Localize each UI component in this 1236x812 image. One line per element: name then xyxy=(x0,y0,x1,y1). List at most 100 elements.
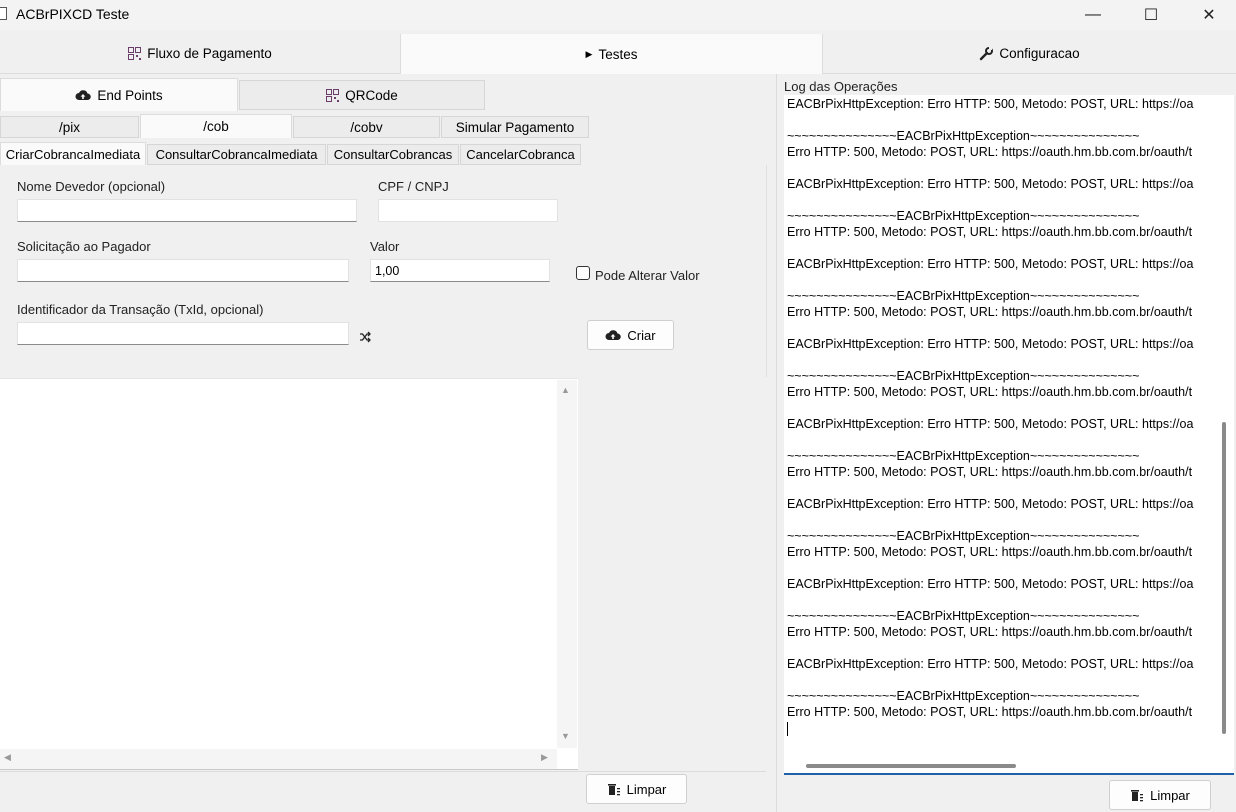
solicitacao-label: Solicitação ao Pagador xyxy=(17,239,151,254)
tab-label: Testes xyxy=(598,46,638,62)
result-horizontal-scrollbar[interactable] xyxy=(0,749,557,769)
shuffle-icon[interactable] xyxy=(359,331,371,343)
log-horizontal-scroll-thumb[interactable] xyxy=(806,764,1016,768)
log-line: ~~~~~~~~~~~~~~~EACBrPixHttpException~~~~… xyxy=(787,289,1140,303)
log-line: Erro HTTP: 500, Metodo: POST, URL: https… xyxy=(787,225,1193,239)
tab-label: Simular Pagamento xyxy=(455,119,575,135)
log-vertical-scroll-thumb[interactable] xyxy=(1222,422,1226,734)
log-line: ~~~~~~~~~~~~~~~EACBrPixHttpException~~~~… xyxy=(787,209,1140,223)
window-title: ACBrPIXCD Teste xyxy=(16,6,130,22)
close-button[interactable]: ✕ xyxy=(1180,0,1236,30)
log-line: Erro HTTP: 500, Metodo: POST, URL: https… xyxy=(787,625,1193,639)
tab-simular-pagamento[interactable]: Simular Pagamento xyxy=(441,116,589,138)
nome-devedor-label: Nome Devedor (opcional) xyxy=(17,179,166,194)
app-icon xyxy=(0,7,7,20)
valor-label: Valor xyxy=(370,239,400,254)
close-icon: ✕ xyxy=(1202,7,1216,24)
log-line: EACBrPixHttpException: Erro HTTP: 500, M… xyxy=(787,97,1194,111)
log-line: EACBrPixHttpException: Erro HTTP: 500, M… xyxy=(787,577,1194,591)
tab-label: ConsultarCobrancaImediata xyxy=(155,147,318,162)
divider xyxy=(0,771,766,772)
eraser-icon xyxy=(1131,789,1144,801)
tab-criar-cobranca-imediata[interactable]: CriarCobrancaImediata xyxy=(0,142,146,165)
tab-cobv[interactable]: /cobv xyxy=(293,116,440,138)
log-line: Erro HTTP: 500, Metodo: POST, URL: https… xyxy=(787,705,1193,719)
tab-label: CriarCobrancaImediata xyxy=(5,146,141,162)
log-line: ~~~~~~~~~~~~~~~EACBrPixHttpException~~~~… xyxy=(787,369,1140,383)
log-line: ~~~~~~~~~~~~~~~EACBrPixHttpException~~~~… xyxy=(787,529,1140,543)
log-title: Log das Operações xyxy=(784,79,898,94)
limpar-label: Limpar xyxy=(1150,787,1190,803)
qr-icon xyxy=(326,88,340,102)
scroll-up-arrow-icon[interactable]: ▲ xyxy=(561,385,570,395)
limpar-result-button[interactable]: Limpar xyxy=(586,774,687,804)
title-bar xyxy=(0,0,1236,30)
result-vertical-scrollbar[interactable] xyxy=(557,380,577,748)
log-line: EACBrPixHttpException: Erro HTTP: 500, M… xyxy=(787,177,1194,191)
tab-cancelar-cobranca[interactable]: CancelarCobranca xyxy=(460,144,581,165)
log-line: EACBrPixHttpException: Erro HTTP: 500, M… xyxy=(787,417,1194,431)
tab-pix[interactable]: /pix xyxy=(0,116,139,138)
text-cursor xyxy=(787,722,788,736)
tab-label: Fluxo de Pagamento xyxy=(147,46,272,61)
tab-qrcode[interactable]: QRCode xyxy=(239,80,485,110)
cpf-cnpj-input[interactable] xyxy=(378,199,558,222)
tab-fluxo-de-pagamento[interactable]: Fluxo de Pagamento xyxy=(0,34,401,74)
pode-alterar-label: Pode Alterar Valor xyxy=(595,268,700,283)
criar-button[interactable]: Criar xyxy=(587,320,674,350)
log-line: ~~~~~~~~~~~~~~~EACBrPixHttpException~~~~… xyxy=(787,689,1140,703)
txid-label: Identificador da Transação (TxId, opcion… xyxy=(17,302,264,317)
limpar-log-button[interactable]: Limpar xyxy=(1109,780,1211,810)
tab-label: ConsultarCobrancas xyxy=(333,147,453,162)
maximize-button[interactable]: ☐ xyxy=(1122,0,1180,30)
valor-input[interactable] xyxy=(370,259,550,282)
scroll-right-arrow-icon[interactable]: ▶ xyxy=(541,752,548,763)
tab-label: CancelarCobranca xyxy=(466,147,575,162)
tab-label: /cobv xyxy=(350,119,383,135)
nome-devedor-input[interactable] xyxy=(17,199,357,222)
result-memo[interactable] xyxy=(0,378,578,770)
tab-label: /cob xyxy=(203,119,229,134)
txid-input[interactable] xyxy=(17,322,349,345)
log-line: ~~~~~~~~~~~~~~~EACBrPixHttpException~~~~… xyxy=(787,609,1140,623)
log-line: EACBrPixHttpException: Erro HTTP: 500, M… xyxy=(787,337,1194,351)
tab-label: Configuracao xyxy=(999,46,1080,61)
tab-cob[interactable]: /cob xyxy=(140,114,292,138)
tab-configuracao[interactable]: Configuracao xyxy=(823,34,1236,74)
log-line: ~~~~~~~~~~~~~~~EACBrPixHttpException~~~~… xyxy=(787,449,1140,463)
pode-alterar-checkbox[interactable] xyxy=(576,266,590,280)
wrench-icon xyxy=(980,46,994,60)
tab-label: End Points xyxy=(97,87,163,103)
tab-label: /pix xyxy=(58,119,80,135)
log-line: EACBrPixHttpException: Erro HTTP: 500, M… xyxy=(787,657,1194,671)
log-line: Erro HTTP: 500, Metodo: POST, URL: https… xyxy=(787,545,1193,559)
cloud-upload-icon xyxy=(605,330,622,340)
scroll-down-arrow-icon[interactable]: ▼ xyxy=(561,731,570,741)
log-line: Erro HTTP: 500, Metodo: POST, URL: https… xyxy=(787,465,1193,479)
scroll-left-arrow-icon[interactable]: ◀ xyxy=(4,752,11,763)
tab-testes[interactable]: ▶ Testes xyxy=(401,34,823,74)
solicitacao-input[interactable] xyxy=(17,259,349,282)
minimize-button[interactable]: — xyxy=(1064,0,1122,30)
log-line: EACBrPixHttpException: Erro HTTP: 500, M… xyxy=(787,257,1194,271)
criar-label: Criar xyxy=(627,327,656,343)
tab-consultar-cobrancas[interactable]: ConsultarCobrancas xyxy=(327,144,459,165)
maximize-icon: ☐ xyxy=(1143,7,1159,24)
log-line: EACBrPixHttpException: Erro HTTP: 500, M… xyxy=(787,497,1194,511)
log-line: Erro HTTP: 500, Metodo: POST, URL: https… xyxy=(787,305,1193,319)
tab-end-points[interactable]: End Points xyxy=(0,78,238,111)
tab-consultar-cobranca-imediata[interactable]: ConsultarCobrancaImediata xyxy=(147,144,326,165)
log-line: Erro HTTP: 500, Metodo: POST, URL: https… xyxy=(787,145,1193,159)
